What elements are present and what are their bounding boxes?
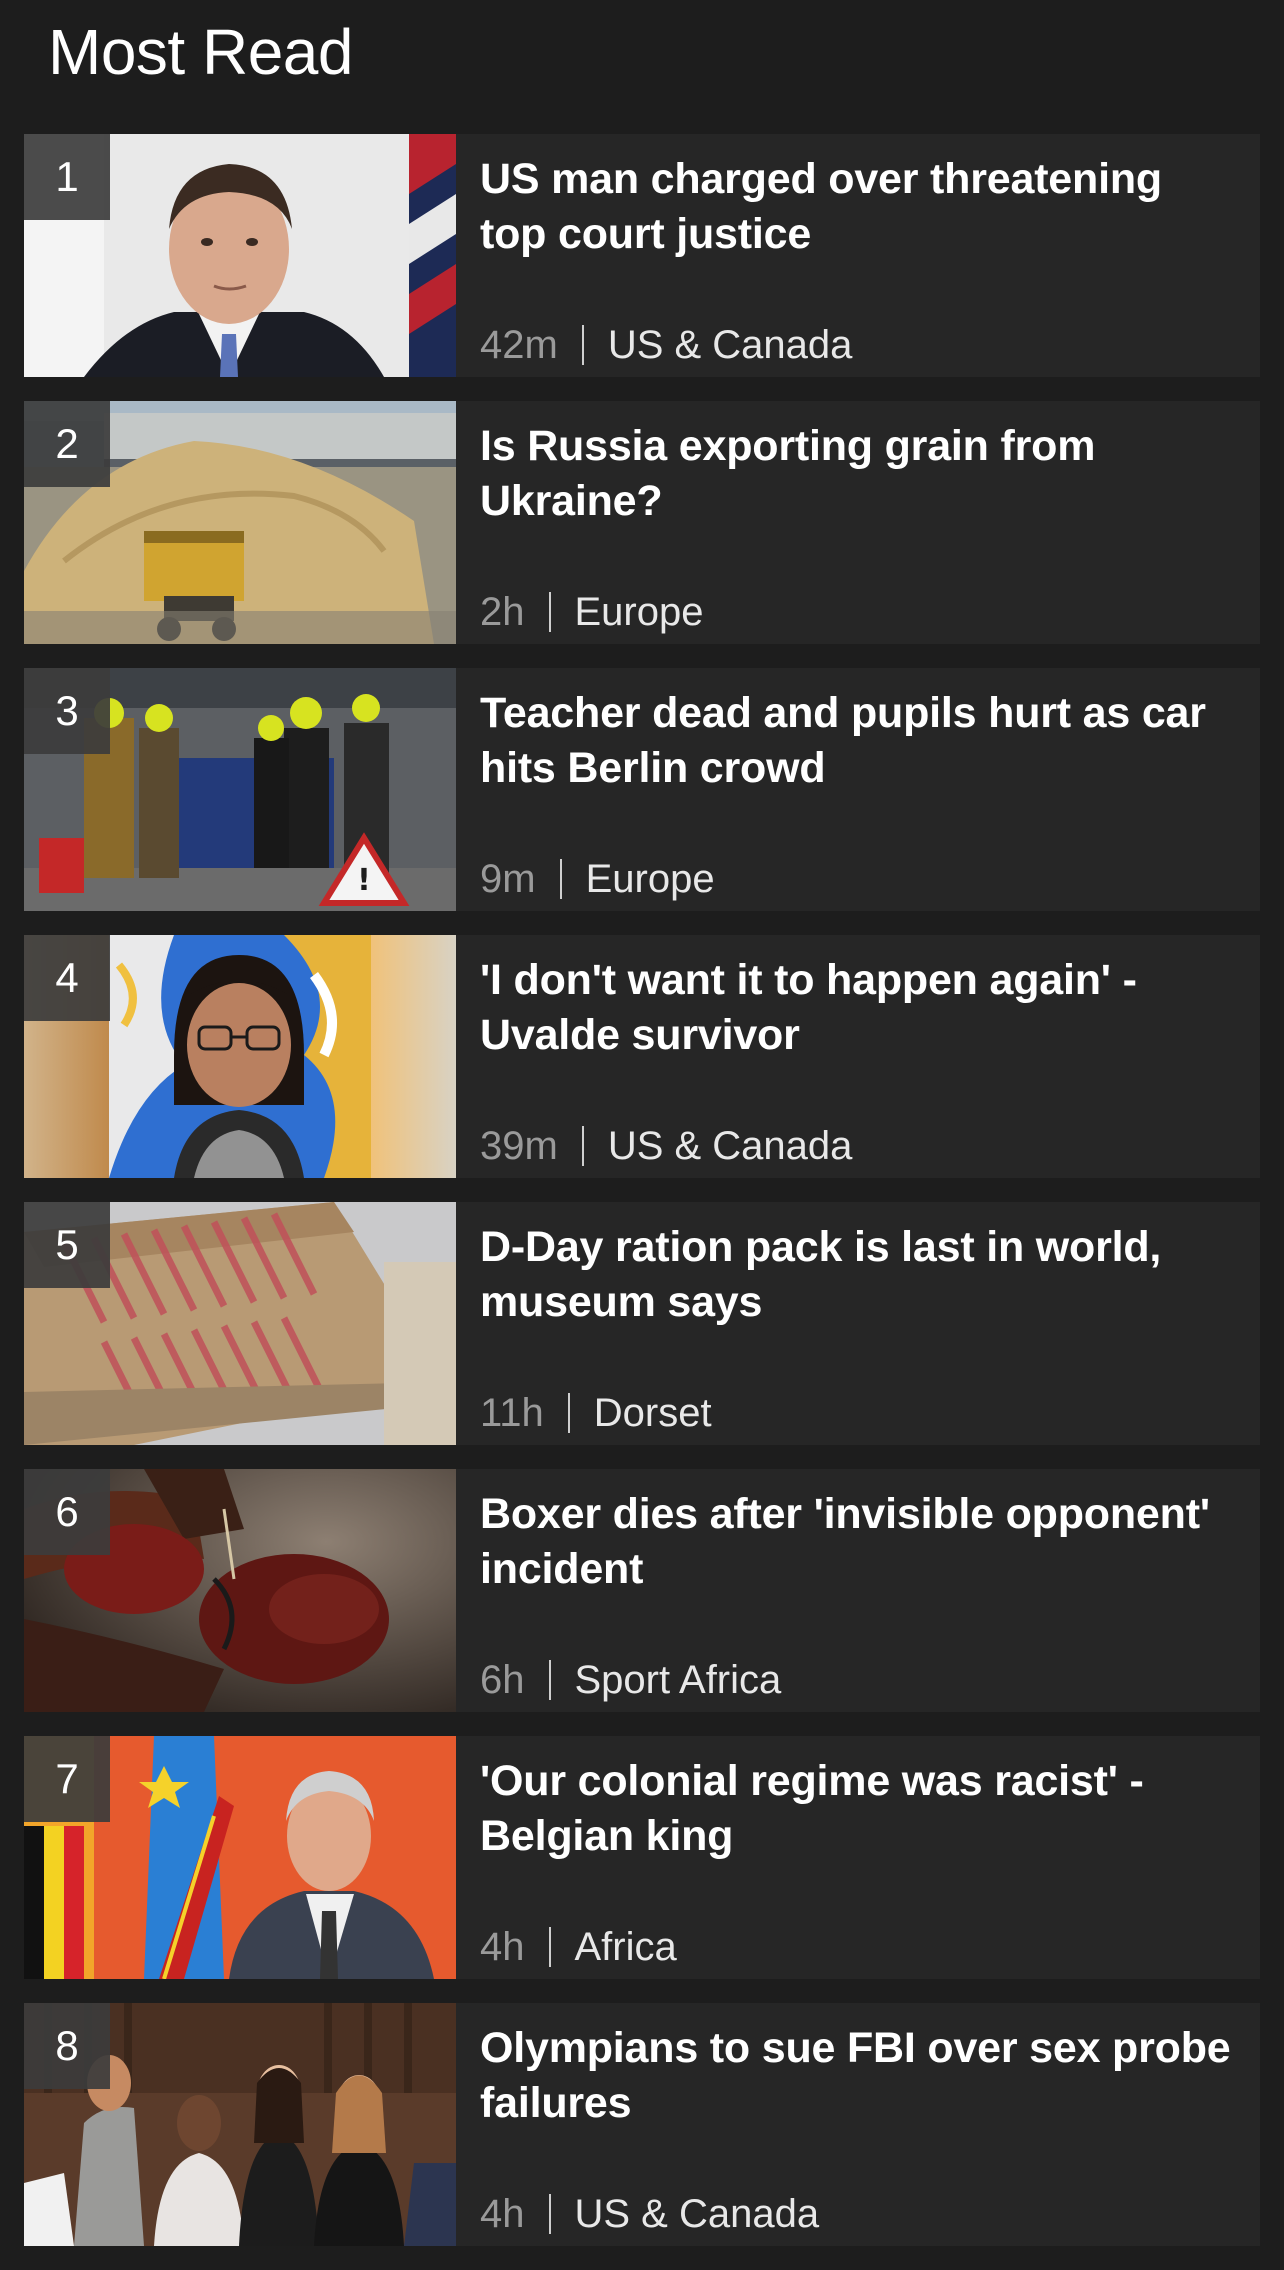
section-link[interactable]: US & Canada <box>575 2190 820 2238</box>
article-info: Olympians to sue FBI over sex probe fail… <box>456 2003 1260 2246</box>
timestamp: 4h <box>480 2192 525 2236</box>
section-link[interactable]: US & Canada <box>608 1122 853 1170</box>
headline-link[interactable]: Is Russia exporting grain from Ukraine? <box>480 419 1238 529</box>
list-item[interactable]: 1 US man charged over threatening top co… <box>24 134 1260 377</box>
timestamp: 4h <box>480 1925 525 1969</box>
headline-link[interactable]: 'I don't want it to happen again' - Uval… <box>480 953 1238 1063</box>
headline-link[interactable]: Olympians to sue FBI over sex probe fail… <box>480 2021 1238 2131</box>
list-item[interactable]: 8 Olympians to sue FBI over sex probe fa… <box>24 2003 1260 2246</box>
rank-badge: 6 <box>24 1469 110 1555</box>
meta-divider <box>548 1660 551 1700</box>
article-meta: 4h US & Canada <box>480 2190 819 2238</box>
rank-badge: 3 <box>24 668 110 754</box>
rank-badge: 2 <box>24 401 110 487</box>
article-meta: 4h Africa <box>480 1923 677 1971</box>
list-item[interactable]: ! 3 Teacher dead and pupils hurt as car … <box>24 668 1260 911</box>
article-meta: 2h Europe <box>480 588 703 636</box>
thumbnail-image[interactable]: 6 <box>24 1469 456 1712</box>
meta-divider <box>548 2194 551 2234</box>
timestamp: 39m <box>480 1124 558 1168</box>
headline-link[interactable]: 'Our colonial regime was racist' - Belgi… <box>480 1754 1238 1864</box>
headline-link[interactable]: Teacher dead and pupils hurt as car hits… <box>480 686 1238 796</box>
article-info: Is Russia exporting grain from Ukraine? … <box>456 401 1260 644</box>
thumbnail-image[interactable]: 5 <box>24 1202 456 1445</box>
list-item[interactable]: 5 D-Day ration pack is last in world, mu… <box>24 1202 1260 1445</box>
timestamp: 11h <box>480 1391 544 1435</box>
headline-link[interactable]: US man charged over threatening top cour… <box>480 152 1238 262</box>
headline-link[interactable]: Boxer dies after 'invisible opponent' in… <box>480 1487 1238 1597</box>
section-link[interactable]: US & Canada <box>608 321 853 369</box>
most-read-page: Most Read 1 US man charged over threaten… <box>0 0 1284 2256</box>
rank-badge: 4 <box>24 935 110 1021</box>
most-read-list: 1 US man charged over threatening top co… <box>24 134 1260 2270</box>
list-item[interactable]: 6 Boxer dies after 'invisible opponent' … <box>24 1469 1260 1712</box>
article-meta: 9m Europe <box>480 855 715 903</box>
timestamp: 42m <box>480 323 558 367</box>
thumbnail-image[interactable]: ! 3 <box>24 668 456 911</box>
article-meta: 11h Dorset <box>480 1389 712 1437</box>
article-meta: 42m US & Canada <box>480 321 852 369</box>
rank-badge: 8 <box>24 2003 110 2089</box>
timestamp: 9m <box>480 857 536 901</box>
article-info: 'Our colonial regime was racist' - Belgi… <box>456 1736 1260 1979</box>
thumbnail-image[interactable]: 7 <box>24 1736 456 1979</box>
meta-divider <box>567 1393 570 1433</box>
section-link[interactable]: Europe <box>586 855 715 903</box>
section-link[interactable]: Sport Africa <box>575 1656 782 1704</box>
svg-text:!: ! <box>357 863 371 898</box>
meta-divider <box>581 325 584 365</box>
article-info: Teacher dead and pupils hurt as car hits… <box>456 668 1260 911</box>
thumbnail-image[interactable]: 8 <box>24 2003 456 2246</box>
headline-link[interactable]: D-Day ration pack is last in world, muse… <box>480 1220 1238 1330</box>
meta-divider <box>559 859 562 899</box>
article-info: US man charged over threatening top cour… <box>456 134 1260 377</box>
section-link[interactable]: Africa <box>575 1923 677 1971</box>
thumbnail-image[interactable]: 1 <box>24 134 456 377</box>
thumbnail-image[interactable]: 2 <box>24 401 456 644</box>
article-info: D-Day ration pack is last in world, muse… <box>456 1202 1260 1445</box>
thumbnail-image[interactable]: 4 <box>24 935 456 1178</box>
article-info: Boxer dies after 'invisible opponent' in… <box>456 1469 1260 1712</box>
article-meta: 6h Sport Africa <box>480 1656 781 1704</box>
article-info: 'I don't want it to happen again' - Uval… <box>456 935 1260 1178</box>
article-meta: 39m US & Canada <box>480 1122 852 1170</box>
timestamp: 6h <box>480 1658 525 1702</box>
meta-divider <box>548 592 551 632</box>
meta-divider <box>548 1927 551 1967</box>
section-title: Most Read <box>48 16 353 88</box>
list-item[interactable]: 2 Is Russia exporting grain from Ukraine… <box>24 401 1260 644</box>
section-link[interactable]: Dorset <box>594 1389 712 1437</box>
list-item[interactable]: 4 'I don't want it to happen again' - Uv… <box>24 935 1260 1178</box>
rank-badge: 1 <box>24 134 110 220</box>
rank-badge: 5 <box>24 1202 110 1288</box>
section-link[interactable]: Europe <box>575 588 704 636</box>
list-item[interactable]: 7 'Our colonial regime was racist' - Bel… <box>24 1736 1260 1979</box>
rank-badge: 7 <box>24 1736 110 1822</box>
meta-divider <box>581 1126 584 1166</box>
timestamp: 2h <box>480 590 525 634</box>
